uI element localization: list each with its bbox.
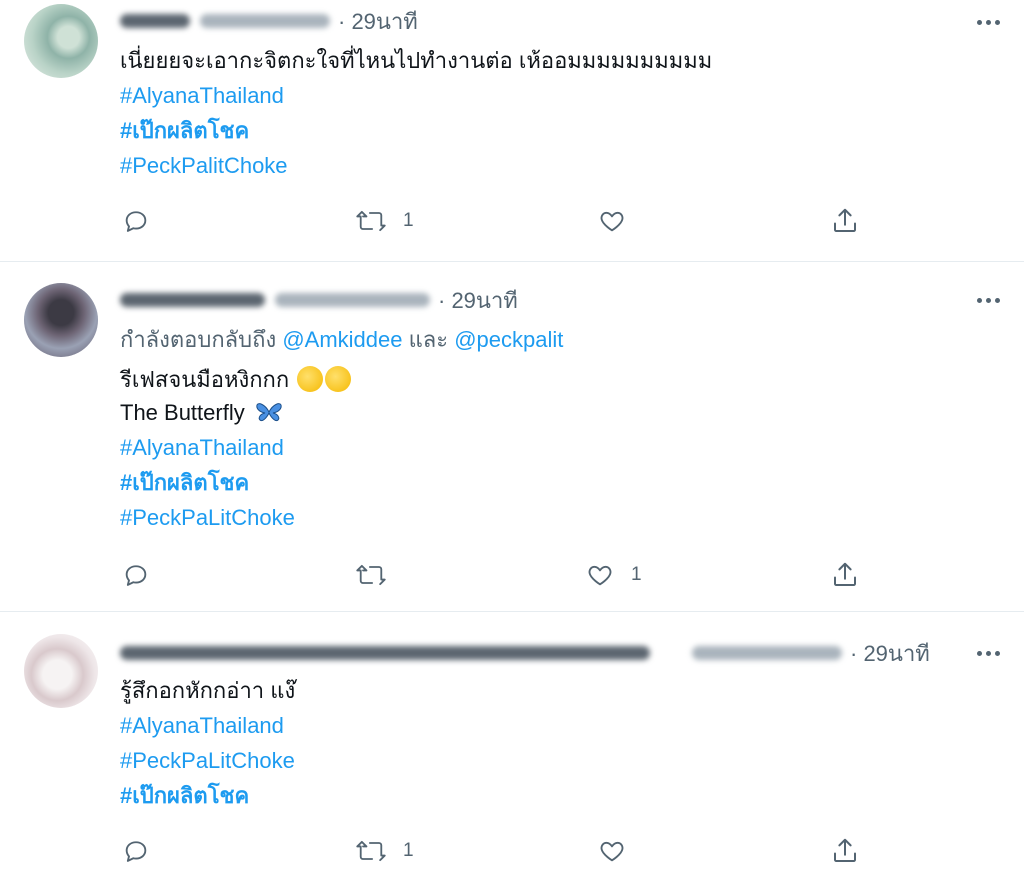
reply-icon bbox=[125, 565, 147, 586]
hashtag[interactable]: #PeckPaLitChoke bbox=[120, 746, 295, 776]
hashtag[interactable]: #AlyanaThailand bbox=[120, 81, 284, 111]
reply-icon bbox=[125, 211, 147, 232]
avatar[interactable] bbox=[24, 634, 98, 708]
hashtag[interactable]: #PeckPalitChoke bbox=[120, 151, 288, 181]
heart-icon bbox=[588, 565, 612, 586]
timestamp[interactable]: · 29นาที bbox=[338, 4, 418, 39]
mention-link[interactable]: @peckpalit bbox=[454, 327, 563, 352]
retweet-icon bbox=[356, 210, 386, 232]
like-button[interactable] bbox=[597, 206, 643, 236]
grimacing-face-emoji bbox=[325, 366, 352, 392]
timestamp[interactable]: · 29นาที bbox=[850, 636, 930, 671]
reply-button[interactable] bbox=[122, 836, 166, 866]
avatar[interactable] bbox=[24, 283, 98, 357]
share-icon bbox=[834, 838, 856, 862]
mention-link[interactable]: @Amkiddee bbox=[282, 327, 402, 352]
butterfly-emoji bbox=[256, 403, 282, 422]
reply-button[interactable] bbox=[122, 206, 166, 236]
hashtag[interactable]: #เป๊กผลิตโชค bbox=[120, 116, 249, 146]
retweet-icon bbox=[356, 564, 386, 586]
tweet-text: รู้สึกอกหักกอ่าา แง๊ bbox=[120, 678, 296, 703]
display-name-blurred[interactable] bbox=[120, 646, 650, 660]
hashtag[interactable]: #เป๊กผลิตโชค bbox=[120, 468, 249, 498]
more-icon[interactable] bbox=[974, 643, 1002, 663]
like-button[interactable] bbox=[597, 836, 643, 866]
tweet-header: · 29นาที bbox=[120, 6, 418, 36]
username-blurred[interactable] bbox=[692, 646, 842, 660]
hashtag[interactable]: #PeckPaLitChoke bbox=[120, 503, 295, 533]
heart-icon bbox=[600, 841, 624, 862]
username-blurred[interactable] bbox=[200, 14, 330, 28]
tweet-text-line: รีเฟสจนมือหงิกกก bbox=[120, 367, 290, 392]
like-button[interactable]: 1 bbox=[585, 560, 642, 590]
share-icon bbox=[834, 562, 856, 586]
share-button[interactable] bbox=[830, 206, 860, 236]
more-icon[interactable] bbox=[974, 290, 1002, 310]
hashtag[interactable]: #AlyanaThailand bbox=[120, 711, 284, 741]
share-icon bbox=[834, 208, 856, 232]
retweet-count: 1 bbox=[403, 210, 414, 231]
replying-to-label: กำลังตอบกลับถึง bbox=[120, 327, 283, 352]
heart-icon bbox=[600, 211, 624, 232]
tweet-text: The Butterfly bbox=[120, 398, 283, 428]
retweet-button[interactable]: 1 bbox=[355, 206, 414, 236]
more-icon[interactable] bbox=[974, 12, 1002, 32]
reply-button[interactable] bbox=[122, 560, 166, 590]
timestamp[interactable]: · 29นาที bbox=[438, 283, 518, 318]
display-name-blurred[interactable] bbox=[120, 293, 265, 307]
retweet-button[interactable]: 1 bbox=[355, 836, 414, 866]
display-name-blurred[interactable] bbox=[120, 14, 190, 28]
share-button[interactable] bbox=[830, 836, 860, 866]
tweet-text: รีเฟสจนมือหงิกกก bbox=[120, 365, 352, 395]
tweet-text-line: The Butterfly bbox=[120, 400, 245, 425]
like-count: 1 bbox=[631, 564, 642, 585]
replying-to-and: และ bbox=[402, 327, 455, 352]
retweet-count: 1 bbox=[403, 840, 414, 861]
hashtag[interactable]: #AlyanaThailand bbox=[120, 433, 284, 463]
retweet-icon bbox=[356, 840, 386, 862]
hashtag[interactable]: #เป๊กผลิตโชค bbox=[120, 781, 249, 811]
tweet-1[interactable]: · 29นาที เนี่ยยยจะเอากะจิตกะใจที่ไหนไปทำ… bbox=[0, 0, 1024, 262]
username-blurred[interactable] bbox=[275, 293, 430, 307]
replying-to: กำลังตอบกลับถึง @Amkiddee และ @peckpalit bbox=[120, 325, 563, 355]
tweet-text: เนี่ยยยจะเอากะจิตกะใจที่ไหนไปทำงานต่อ เห… bbox=[120, 48, 713, 73]
tweet-3[interactable]: · 29นาที รู้สึกอกหักกอ่าา แง๊ #AlyanaTha… bbox=[0, 612, 1024, 877]
share-button[interactable] bbox=[830, 560, 860, 590]
tweet-header: · 29นาที bbox=[120, 285, 518, 315]
retweet-button[interactable] bbox=[355, 560, 403, 590]
reply-icon bbox=[125, 841, 147, 862]
tweet-header: · 29นาที bbox=[120, 638, 950, 668]
tweet-2[interactable]: · 29นาที กำลังตอบกลับถึง @Amkiddee และ @… bbox=[0, 262, 1024, 612]
avatar[interactable] bbox=[24, 4, 98, 78]
rolling-on-floor-laughing-emoji bbox=[297, 366, 324, 392]
